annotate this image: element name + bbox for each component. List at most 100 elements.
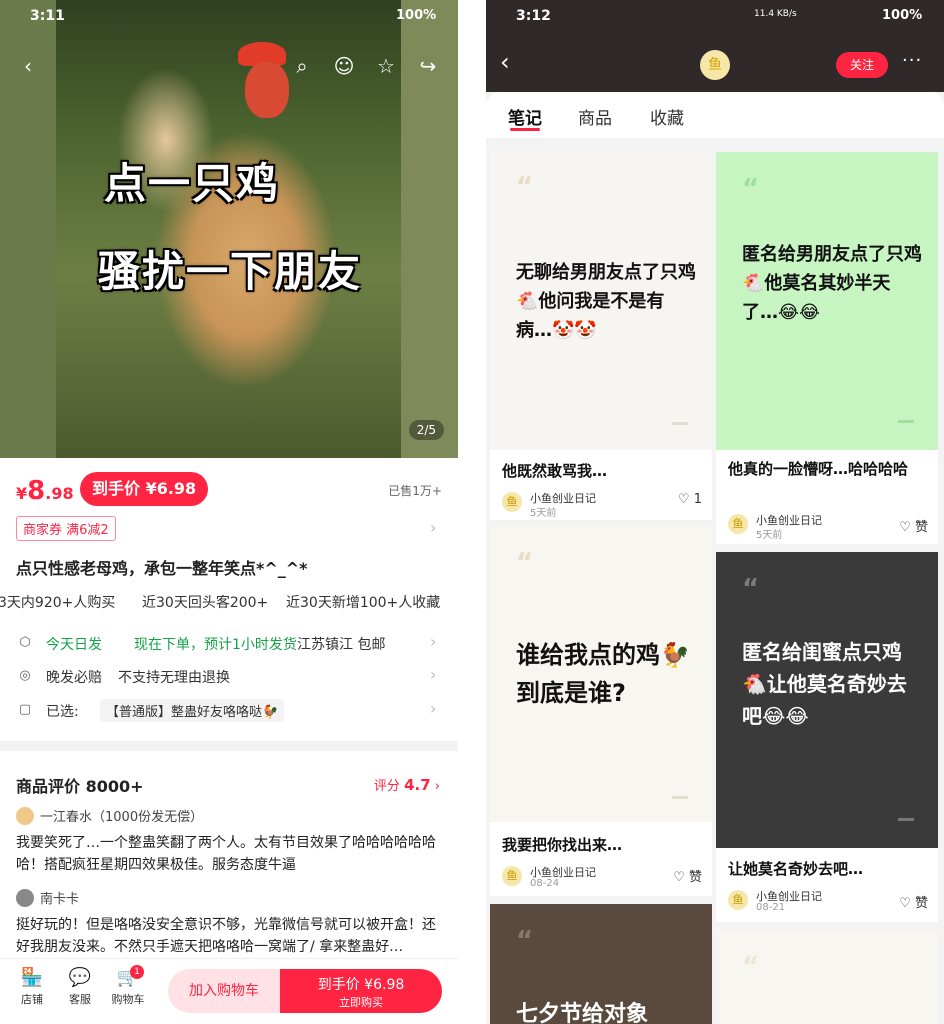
guarantee-return: 不支持无理由退换 (118, 670, 230, 686)
like-count: 赞 (914, 896, 928, 911)
coupon-tag[interactable]: 商家券 满6减2 (16, 516, 116, 541)
quote-icon: “ (516, 172, 534, 202)
back-icon[interactable]: ‹ (500, 48, 510, 76)
tab-notes[interactable]: 笔记 (508, 104, 542, 129)
store-button[interactable]: 🏪 店铺 (10, 967, 54, 1007)
review-text-1: 我要笑死了…一个整蛊笑翻了两个人。太有节目效果了哈哈哈哈哈哈哈！搭配疯狂星期四效… (16, 835, 436, 873)
note-card[interactable]: “ 匿名给闺蜜点只鸡🐔让他莫名奇妙去吧😂😂 让她莫名奇妙去吧… 鱼 小鱼创业日记… (716, 552, 938, 922)
author-avatar: 鱼 (728, 890, 748, 910)
buy-now-button[interactable]: 到手价 ¥6.98 立即购买 (280, 969, 442, 1013)
heart-icon: ♡ (673, 870, 685, 885)
like-count: 赞 (688, 870, 702, 885)
star-icon[interactable]: ☆ (374, 54, 398, 78)
reviews-heading[interactable]: 商品评价 8000+ (16, 773, 144, 797)
sold-count: 已售1万+ (388, 484, 442, 498)
note-card[interactable]: “ 七夕节给对象 (490, 904, 712, 1024)
cover-dash (672, 796, 688, 799)
currency-symbol: ¥ (16, 484, 28, 503)
back-icon[interactable]: ‹ (16, 54, 40, 78)
cover-dash (898, 818, 914, 821)
quote-icon: “ (742, 952, 760, 982)
status-battery: 100% (396, 8, 437, 23)
note-time: 08-21 (756, 902, 786, 913)
quote-icon: “ (516, 548, 534, 578)
status-time: 3:12 (516, 8, 551, 24)
quote-icon: “ (742, 174, 760, 204)
author-avatar: 鱼 (502, 492, 522, 512)
note-title: 让她莫名奇妙去吧… (728, 860, 864, 878)
note-card[interactable]: “ 无聊给男朋友点了只鸡🐔他问我是不是有病…🤡🤡 他既然敢骂我… 鱼 小鱼创业日… (490, 150, 712, 520)
chat-icon: 💬 (68, 967, 92, 988)
shipping-row[interactable]: ⬡ 今天日发 现在下单，预计1小时发货 江苏镇江 包邮 › (16, 632, 442, 656)
customer-service-button[interactable]: 💬 客服 (58, 967, 102, 1007)
cover-dash (672, 422, 688, 425)
share-icon[interactable]: ↪ (416, 54, 440, 78)
chevron-right-icon: › (430, 665, 437, 684)
chevron-right-icon: › (430, 632, 437, 651)
note-card[interactable]: “ 谁给我点的鸡🐓到底是谁? 我要把你找出来… 鱼 小鱼创业日记 08-24 ♡… (490, 526, 712, 896)
like-button[interactable]: ♡ 赞 (673, 866, 702, 885)
tab-favorites[interactable]: 收藏 (650, 104, 684, 129)
review-score[interactable]: 评分 4.7 › (374, 775, 440, 794)
quote-icon: “ (516, 926, 534, 956)
shop-avatar[interactable]: 鱼 (700, 50, 730, 80)
score-value: 4.7 (404, 776, 431, 794)
chevron-right-icon[interactable]: › (430, 518, 436, 537)
more-icon[interactable]: ··· (902, 50, 922, 71)
search-icon[interactable]: ⌕ (290, 54, 314, 78)
add-to-cart-button[interactable]: 加入购物车 (168, 969, 280, 1013)
hero-line-2: 骚扰一下朋友 (98, 247, 363, 296)
selected-label: 已选: (46, 704, 79, 720)
score-label: 评分 (373, 779, 400, 794)
note-time: 5天前 (530, 508, 557, 519)
net-speed: 11.4 KB/s (754, 9, 797, 19)
like-button[interactable]: ♡ 1 (678, 492, 702, 507)
store-icon: 🏪 (20, 967, 44, 988)
guarantee-row[interactable]: ◎ 晚发必赔 不支持无理由退换 › (16, 665, 442, 689)
stat-favorites: 近30天新增100+人收藏 (286, 595, 441, 611)
product-detail-screen: 3:11 100% ‹ ⌕ ☺ ☆ ↪ 点一只鸡 骚扰一下朋友 2/5 ¥8.9… (0, 0, 458, 1024)
chevron-right-icon: › (430, 699, 437, 718)
shop-profile-screen: 3:12 11.4 KB/s 100% ‹ 鱼 关注 ··· 笔记 商品 收藏 … (486, 0, 944, 1024)
bag-icon: ▢ (18, 702, 32, 717)
service-label: 客服 (69, 993, 91, 1006)
avatar (16, 889, 34, 907)
heart-icon: ♡ (677, 492, 690, 507)
guarantee-late: 晚发必赔 (46, 670, 102, 686)
product-image-carousel[interactable]: 3:11 100% ‹ ⌕ ☺ ☆ ↪ 点一只鸡 骚扰一下朋友 2/5 (0, 0, 458, 458)
note-card[interactable]: “ 匿名给男朋友点了只鸡🐔他莫名其妙半天了…😂😂 他真的一脸懵呀…哈哈哈哈 鱼 … (716, 152, 938, 544)
quote-icon: “ (742, 574, 760, 604)
shield-icon: ◎ (19, 668, 31, 683)
follow-button[interactable]: 关注 (836, 52, 888, 78)
note-cover-text: 谁给我点的鸡🐓到底是谁? (516, 641, 690, 707)
ship-notice: 现在下单，预计1小时发货 (134, 637, 297, 653)
service-icon[interactable]: ☺ (332, 54, 356, 78)
like-button[interactable]: ♡ 赞 (899, 516, 928, 535)
shipping-icon: ⬡ (19, 635, 31, 650)
heart-icon: ♡ (899, 896, 911, 911)
final-price-badge: 到手价 ¥6.98 (80, 472, 209, 506)
original-price: ¥8.98 (16, 476, 74, 506)
note-card[interactable]: “ (716, 930, 938, 1024)
price-integer: 8 (27, 476, 46, 506)
like-button[interactable]: ♡ 赞 (899, 892, 928, 911)
ship-location: 江苏镇江 包邮 (297, 637, 386, 653)
image-counter: 2/5 (408, 420, 444, 440)
profile-tabs: 笔记 商品 收藏 (486, 92, 944, 138)
selected-sku-row[interactable]: ▢ 已选: 【普通版】整蛊好友咯咯哒🐓 › (16, 699, 442, 723)
note-cover-text: 匿名给闺蜜点只鸡🐔让他莫名奇妙去吧😂😂 (742, 640, 907, 728)
store-label: 店铺 (21, 993, 43, 1006)
status-battery: 100% (882, 8, 923, 23)
author-avatar: 鱼 (728, 514, 748, 534)
ship-today: 今天日发 (46, 637, 102, 653)
note-cover-text: 无聊给男朋友点了只鸡🐔他问我是不是有病…🤡🤡 (516, 262, 696, 341)
review-text-2: 挺好玩的！但是咯咯没安全意识不够，光靠微信号就可以被开盒！还好我朋友没来。不然只… (16, 917, 436, 955)
note-title: 他既然敢骂我… (502, 462, 608, 480)
buy-now-label: 立即购买 (339, 996, 383, 1009)
stat-repeat-buyers: 近30天回头客200+ (142, 595, 269, 611)
tab-products[interactable]: 商品 (578, 104, 612, 129)
cart-button[interactable]: 🛒 1 购物车 (106, 965, 150, 1007)
product-title: 点只性感老母鸡，承包一整年笑点*^_^* (16, 559, 308, 578)
review-user-1: 一江春水（1000份发无偿） (16, 806, 203, 825)
price-decimal: .98 (45, 484, 74, 503)
